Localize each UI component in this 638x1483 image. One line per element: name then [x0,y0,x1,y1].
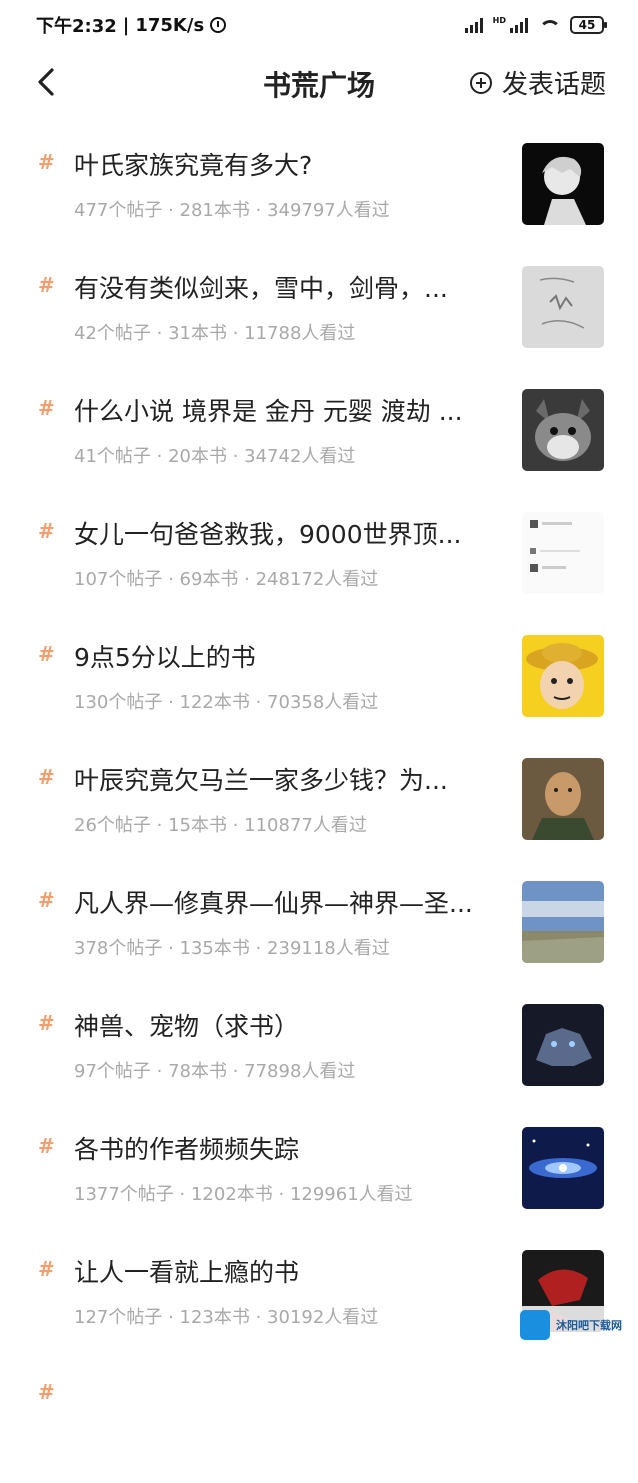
topic-meta: 378个帖子 · 135本书 · 239118人看过 [74,938,390,959]
topic-title: 各书的作者频频失踪 [74,1135,300,1164]
hashtag-icon: # [38,1134,55,1158]
hashtag-icon: # [38,273,55,297]
topic-item[interactable]: # 女儿一句爸爸救我，9000世界顶... 107个帖子 · 69本书 · 24… [0,499,638,622]
topic-item[interactable]: # 凡人界—修真界—仙界—神界—圣... 378个帖子 · 135本书 · 23… [0,868,638,991]
status-separator: | [122,14,130,36]
topic-thumbnail [522,1004,604,1086]
topic-thumbnail [522,389,604,471]
topic-title: 叶辰究竟欠马兰一家多少钱？为... [74,766,448,795]
topic-list: # 叶氏家族究竟有多大? 477个帖子 · 281本书 · 349797人看过 … [0,130,638,1483]
topic-thumbnail [522,266,604,348]
topic-item[interactable]: # 叶辰究竟欠马兰一家多少钱？为... 26个帖子 · 15本书 · 11087… [0,745,638,868]
topic-item[interactable]: # 什么小说 境界是 金丹 元婴 渡劫 ... 41个帖子 · 20本书 · 3… [0,376,638,499]
topic-item[interactable]: # 叶氏家族究竟有多大? 477个帖子 · 281本书 · 349797人看过 [0,130,638,253]
topic-thumbnail [522,1127,604,1209]
hashtag-icon: # [38,642,55,666]
status-right: HD 45 [464,16,607,34]
topic-meta: 127个帖子 · 123本书 · 30192人看过 [74,1307,379,1328]
post-topic-label: 发表话题 [501,70,606,100]
topic-meta: 42个帖子 · 31本书 · 11788人看过 [74,323,356,344]
alarm-icon [210,17,227,33]
topic-title: 有没有类似剑来，雪中，剑骨，... [74,274,448,303]
hashtag-icon: # [38,150,55,174]
network-speed: 175K/s [135,14,205,36]
hashtag-icon: # [38,396,55,420]
topic-item[interactable]: # 神兽、宠物（求书） 97个帖子 · 78本书 · 77898人看过 [0,991,638,1114]
topic-title: 凡人界—修真界—仙界—神界—圣... [74,889,473,918]
topic-title: 什么小说 境界是 金丹 元婴 渡劫 ... [74,397,463,426]
battery-level: 45 [578,18,596,32]
topic-item[interactable]: # 各书的作者频频失踪 1377个帖子 · 1202本书 · 129961人看过 [0,1114,638,1237]
topic-item[interactable]: # [0,1360,638,1483]
topic-meta: 477个帖子 · 281本书 · 349797人看过 [74,200,390,221]
topic-thumbnail [522,758,604,840]
topic-item[interactable]: # 9点5分以上的书 130个帖子 · 122本书 · 70358人看过 [0,622,638,745]
post-topic-button[interactable]: 发表话题 [469,64,606,101]
topic-meta: 26个帖子 · 15本书 · 110877人看过 [74,815,367,836]
topic-meta: 41个帖子 · 20本书 · 34742人看过 [74,446,356,467]
header: 书荒广场 发表话题 [0,50,638,114]
topic-title: 女儿一句爸爸救我，9000世界顶... [74,520,462,549]
topic-thumbnail [522,881,604,963]
topic-thumbnail [522,635,604,717]
wifi-icon [538,18,560,32]
topic-title: 神兽、宠物（求书） [74,1012,300,1041]
hashtag-icon: # [38,519,55,543]
battery-icon: 45 [570,16,607,34]
site-watermark: 沐阳吧下载网 [514,1306,628,1344]
hashtag-icon: # [38,888,55,912]
hashtag-icon: # [38,1011,55,1035]
topic-title: 叶氏家族究竟有多大? [74,151,313,180]
topic-item[interactable]: # 有没有类似剑来，雪中，剑骨，... 42个帖子 · 31本书 · 11788… [0,253,638,376]
plus-circle-icon [469,71,492,94]
topic-meta: 1377个帖子 · 1202本书 · 129961人看过 [74,1184,413,1205]
hashtag-icon: # [38,765,55,789]
topic-meta: 130个帖子 · 122本书 · 70358人看过 [74,692,379,713]
watermark-logo-icon [520,1310,550,1340]
watermark-text: 沐阳吧下载网 [556,1319,622,1332]
hd-icon: HD [492,16,506,25]
status-left: 下午2:32 | 175K/s [36,12,227,38]
topic-thumbnail [522,143,604,225]
signal-icon [464,17,483,33]
topic-thumbnail [522,512,604,594]
status-time: 下午2:32 [36,16,117,37]
status-bar: 下午2:32 | 175K/s HD 45 [0,0,638,50]
hashtag-icon: # [38,1257,55,1281]
topic-title: 9点5分以上的书 [74,643,256,672]
topic-title: 让人一看就上瘾的书 [74,1258,300,1287]
topic-meta: 97个帖子 · 78本书 · 77898人看过 [74,1061,356,1082]
topic-meta: 107个帖子 · 69本书 · 248172人看过 [74,569,379,590]
signal-icon-2 [510,17,528,33]
